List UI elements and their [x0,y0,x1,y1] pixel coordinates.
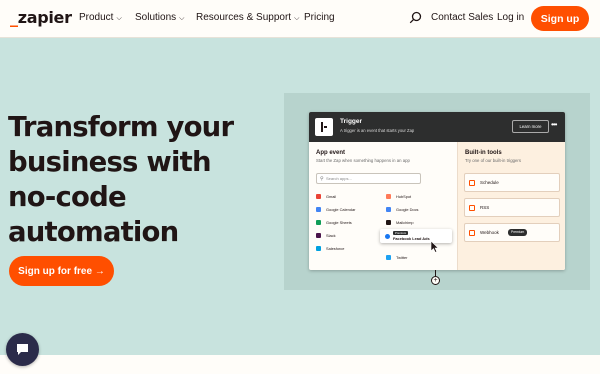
app-name: Google Docs [396,207,419,212]
sign-up-button[interactable]: Sign up [531,6,589,31]
app-item-salesforce[interactable]: Salesforce [316,245,344,252]
app-item-google-docs[interactable]: Google Docs [386,206,419,213]
chevron-down-icon: ⌵ [116,15,122,22]
google-docs-icon [386,207,391,212]
plus-icon: + [433,277,438,284]
slack-icon [316,233,321,238]
mailchimp-icon [386,220,391,225]
tool-webhook[interactable]: Webhook Premium [464,223,560,242]
app-item-twitter[interactable]: Twitter [386,254,407,261]
app-name: Google Calendar [326,207,356,212]
app-item-slack[interactable]: Slack [316,232,336,239]
facebook-lead-ads-label: Facebook Lead Ads [393,236,430,241]
nav-pricing[interactable]: Pricing [304,12,335,24]
twitter-icon [386,255,391,260]
chat-icon [17,344,28,355]
nav-product-label: Product [79,12,114,23]
app-event-subtitle: Start the Zap when something happens in … [316,158,410,163]
tool-label: RSS [480,205,490,210]
search-apps-placeholder: Search apps... [326,176,352,181]
learn-more-button[interactable]: Learn more [512,120,549,133]
tool-schedule[interactable]: Schedule [464,173,560,192]
nav-solutions-label: Solutions [135,12,177,23]
app-name: Mailchimp [396,220,414,225]
chevron-down-icon: ⌵ [294,15,300,22]
headline-line: automation [8,216,179,248]
tool-rss[interactable]: RSS [464,198,560,217]
app-item-gmail[interactable]: Gmail [316,193,336,200]
tool-label: Schedule [480,180,499,185]
more-options-icon[interactable]: ••• [551,121,557,129]
chevron-down-icon: ⌵ [179,15,185,22]
sign-up-free-button[interactable]: Sign up for free → [9,256,114,286]
app-event-title: App event [316,150,346,156]
app-name: Google Sheets [326,220,352,225]
nav-resources[interactable]: Resources & Support ⌵ [196,12,299,24]
app-name: Gmail [326,194,337,199]
search-icon: ⚲ [320,176,324,182]
nav-pricing-label: Pricing [304,12,335,23]
facebook-lead-ads-highlight[interactable]: Premium Facebook Lead Ads [380,229,452,243]
nav-solutions[interactable]: Solutions ⌵ [135,12,184,24]
built-in-tools-subtitle: Try one of our built-in triggers [465,158,521,163]
logo-text: zapier [17,8,72,27]
headline-line: Transform your [8,111,234,143]
trigger-title: Trigger [340,118,363,125]
trigger-subtitle: A trigger is an event that starts your Z… [340,128,415,133]
app-name: Salesforce [326,246,345,251]
log-in-link[interactable]: Log in [497,12,524,24]
built-in-tools-pane: Built-in tools Try one of our built-in t… [457,142,565,270]
app-name: HubSpot [396,194,412,199]
site-header: _zapier Product ⌵ Solutions ⌵ Resources … [0,0,600,38]
facebook-icon [385,234,390,239]
chat-button[interactable] [6,333,39,366]
salesforce-icon [316,246,321,251]
premium-badge: Premium [508,229,528,236]
app-item-google-calendar[interactable]: Google Calendar [316,206,355,213]
rss-icon [469,205,475,211]
nav-product[interactable]: Product ⌵ [79,12,122,24]
tool-label: Webhook [480,230,499,235]
contact-sales-link[interactable]: Contact Sales [431,12,493,24]
cursor-icon [430,240,439,253]
premium-badge: Premium [393,231,409,235]
app-item-hubspot[interactable]: HubSpot [386,193,411,200]
google-calendar-icon [316,207,321,212]
nav-resources-label: Resources & Support [196,12,292,23]
headline-line: no-code [8,181,127,213]
headline-line: business with [8,146,212,178]
search-icon[interactable] [409,11,422,24]
gmail-icon [316,194,321,199]
trigger-header: Trigger A trigger is an event that start… [309,112,565,142]
app-name: Slack [326,233,336,238]
logo-underscore: _ [10,8,18,27]
app-item-mailchimp[interactable]: Mailchimp [386,219,414,226]
built-in-tools-title: Built-in tools [465,150,502,156]
schedule-icon [469,180,475,186]
hero-headline: Transform your business with no-code aut… [8,110,268,250]
zapier-logo[interactable]: _zapier [10,9,72,27]
webhook-icon [469,230,475,236]
search-apps-input[interactable]: ⚲ Search apps... [316,173,421,184]
app-name: Twitter [396,255,408,260]
trigger-icon [315,118,333,136]
hubspot-icon [386,194,391,199]
google-sheets-icon [316,220,321,225]
app-item-google-sheets[interactable]: Google Sheets [316,219,352,226]
